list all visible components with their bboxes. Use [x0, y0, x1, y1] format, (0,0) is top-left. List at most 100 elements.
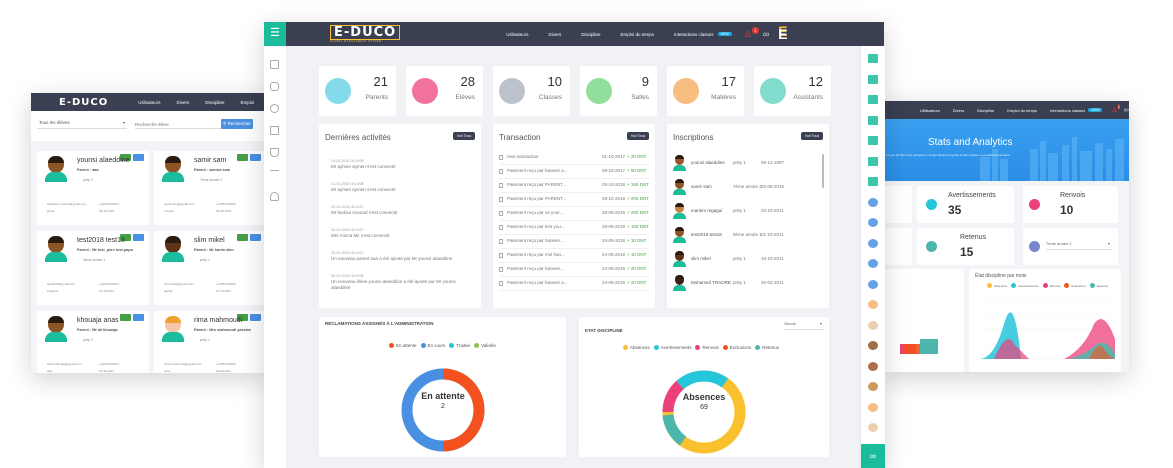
inscriptions-scrollbar[interactable] [822, 154, 824, 188]
main-nav-item[interactable]: Utilisateurs [506, 32, 528, 37]
users-icon[interactable] [270, 192, 279, 201]
main-nav-item[interactable]: Interactions classes [674, 32, 714, 37]
clipboard-icon[interactable] [270, 126, 279, 135]
transaction-row[interactable]: Paiement reçu par haneen a... 24-09-2018 +… [499, 280, 649, 291]
student-card[interactable]: slim mikel Parent : Mr karim slim prép 1 sl… [154, 231, 266, 305]
transaction-row[interactable]: Paiement reçu par PARENT... 03-10-2018 + 2… [499, 196, 649, 207]
download-button[interactable] [250, 314, 261, 321]
gear-icon[interactable] [270, 104, 279, 113]
right-nav-item[interactable]: Discipline [977, 108, 994, 113]
student-card[interactable]: khouaja anas Parent : Mr ali khouaja prép … [37, 311, 149, 373]
avertissements-card[interactable]: Avertissements 35 [917, 186, 1014, 223]
class-select[interactable]: 7ème année 2 ▾ [1046, 241, 1112, 250]
right-nav-item[interactable]: Interactions classes [1050, 108, 1085, 113]
renvois-card[interactable]: Renvois 10 [1023, 186, 1118, 223]
online-user-avatar[interactable] [868, 54, 878, 64]
inscriptions-see-all-button[interactable]: Voir Tous [801, 132, 823, 140]
inscription-row[interactable]: slim mikel prép 1 10-10-2011 [673, 250, 818, 268]
stat-card[interactable]: 10 Classes [493, 66, 570, 116]
inscription-row[interactable]: mariem regaguí prép 1 20-10-2011 [673, 202, 818, 220]
download-button[interactable] [133, 314, 144, 321]
online-user-avatar[interactable] [868, 259, 878, 269]
main-logo[interactable]: E-DUCO GLOBAL MANAGEMENT SYSTEM [330, 25, 401, 43]
online-user-avatar[interactable] [868, 177, 878, 187]
online-user-avatar[interactable] [868, 382, 878, 392]
online-user-avatar[interactable] [868, 115, 878, 126]
stat-card[interactable]: 17 Matières [667, 66, 744, 116]
download-button[interactable] [250, 154, 261, 161]
online-user-avatar[interactable] [868, 300, 878, 310]
stat-card[interactable]: 28 Elèves [406, 66, 483, 116]
inscription-row[interactable]: samir sam 7ème année 2 02-08-2016 [673, 178, 818, 196]
transaction-row[interactable]: Paiement reçu par haneen a... 08-10-2017 +… [499, 168, 649, 179]
chat-toggle-button[interactable]: ∞ [861, 444, 885, 468]
main-nav-item[interactable]: Discipline [581, 32, 600, 37]
inscription-row[interactable]: test2018 test18 9ème année 1 01-10-2011 [673, 226, 818, 244]
online-user-avatar[interactable] [868, 156, 878, 167]
main-nav-item[interactable]: Divers [548, 32, 561, 37]
bell-icon[interactable]: ♙ [1111, 106, 1117, 114]
download-button[interactable] [250, 234, 261, 241]
transaction-row[interactable]: Paiement reçu par test you... 28-09-2018 +… [499, 224, 649, 235]
student-card[interactable]: rima mahmoudi Parent : Mrs mahmoudi yassi… [154, 311, 266, 373]
notification-icon[interactable]: ♙ [744, 29, 752, 40]
left-logo[interactable]: E-DUCO [59, 97, 108, 108]
main-nav-item[interactable]: Emploi du temps [621, 32, 655, 37]
transaction-row[interactable]: Paiement reçu par ce your... 28-09-2018 + … [499, 210, 649, 221]
left-nav-item[interactable]: Emploi [241, 100, 255, 105]
left-nav-item[interactable]: Utilisateurs [138, 100, 160, 105]
online-user-avatar[interactable] [868, 197, 878, 208]
transactions-see-all-button[interactable]: Voir Tous [627, 132, 649, 140]
edit-button[interactable] [120, 314, 131, 321]
student-card[interactable]: younsi alaeddine Parent : aaa prép 1 alaedd… [37, 151, 149, 225]
avatar-body [162, 332, 184, 342]
edit-button[interactable] [237, 154, 248, 161]
online-user-avatar[interactable] [868, 361, 878, 372]
chat-icon[interactable] [270, 82, 279, 91]
transaction-row[interactable]: Paiement reçu par haneen... 24-09-2018 + 2… [499, 266, 649, 277]
right-nav-item[interactable]: Emploi du temps [1007, 108, 1037, 113]
left-nav-item[interactable]: Discipline [205, 100, 224, 105]
retenus-card[interactable]: Retenus 15 [917, 228, 1014, 265]
transaction-row[interactable]: new transaction 01-10-2017 + 20 DNT [499, 154, 649, 165]
stat-card[interactable]: 12 Assistants [754, 66, 831, 116]
student-filter-select[interactable]: Tous les élèves ▾ [37, 120, 127, 129]
edit-button[interactable] [237, 234, 248, 241]
download-button[interactable] [133, 154, 144, 161]
link-icon[interactable]: ∞ [763, 29, 769, 39]
transaction-row[interactable]: Paiement reçu par haneen... 24-09-2018 + 1… [499, 238, 649, 249]
online-user-avatar[interactable] [868, 238, 878, 249]
avatar-hair [165, 236, 181, 243]
online-user-avatar[interactable] [868, 402, 878, 413]
document-icon[interactable] [270, 60, 279, 69]
transaction-row[interactable]: Paiement reçu par PARENT... 03-10-2018 + 1… [499, 182, 649, 193]
link-icon[interactable]: ∞ [1124, 107, 1129, 114]
online-user-avatar[interactable] [868, 341, 878, 351]
online-user-avatar[interactable] [868, 423, 878, 433]
online-user-avatar[interactable] [868, 95, 878, 105]
cup-icon[interactable] [270, 148, 279, 157]
left-nav-item[interactable]: Divers [177, 100, 190, 105]
stat-card[interactable]: 9 Salles [580, 66, 657, 116]
student-search-button[interactable]: ⚲ Rechercher [221, 119, 253, 129]
download-button[interactable] [133, 234, 144, 241]
right-nav-item[interactable]: Utilisateurs [920, 108, 940, 113]
online-user-avatar[interactable] [868, 74, 878, 85]
stat-value: 9 [641, 74, 649, 89]
activities-see-all-button[interactable]: Voir Tous [453, 132, 475, 140]
inscription-row[interactable]: Mohamed TRAORE prép 1 20-02-2011 [673, 274, 818, 292]
online-user-avatar[interactable] [868, 218, 878, 228]
online-user-avatar[interactable] [868, 279, 878, 290]
online-user-avatar[interactable] [868, 320, 878, 331]
inscription-row[interactable]: younsi alaeddine prép 1 09-12-1997 [673, 154, 818, 172]
activity-icon[interactable] [270, 170, 279, 179]
menu-toggle-button[interactable]: ☰ [264, 22, 286, 46]
transaction-row[interactable]: Paiement reçu par mol han... 24-09-2018 + … [499, 252, 649, 263]
right-nav-item[interactable]: Divers [953, 108, 964, 113]
stat-icon [499, 78, 525, 104]
student-card[interactable]: test2018 test18 Parent : Mr test_père tes… [37, 231, 149, 305]
transaction-amount: + 50 DNT [627, 168, 647, 173]
student-card[interactable]: samir sam Parent : samira sam 7ème année 2… [154, 151, 266, 225]
stat-card[interactable]: 21 Parents [319, 66, 396, 116]
online-user-avatar[interactable] [868, 136, 878, 146]
